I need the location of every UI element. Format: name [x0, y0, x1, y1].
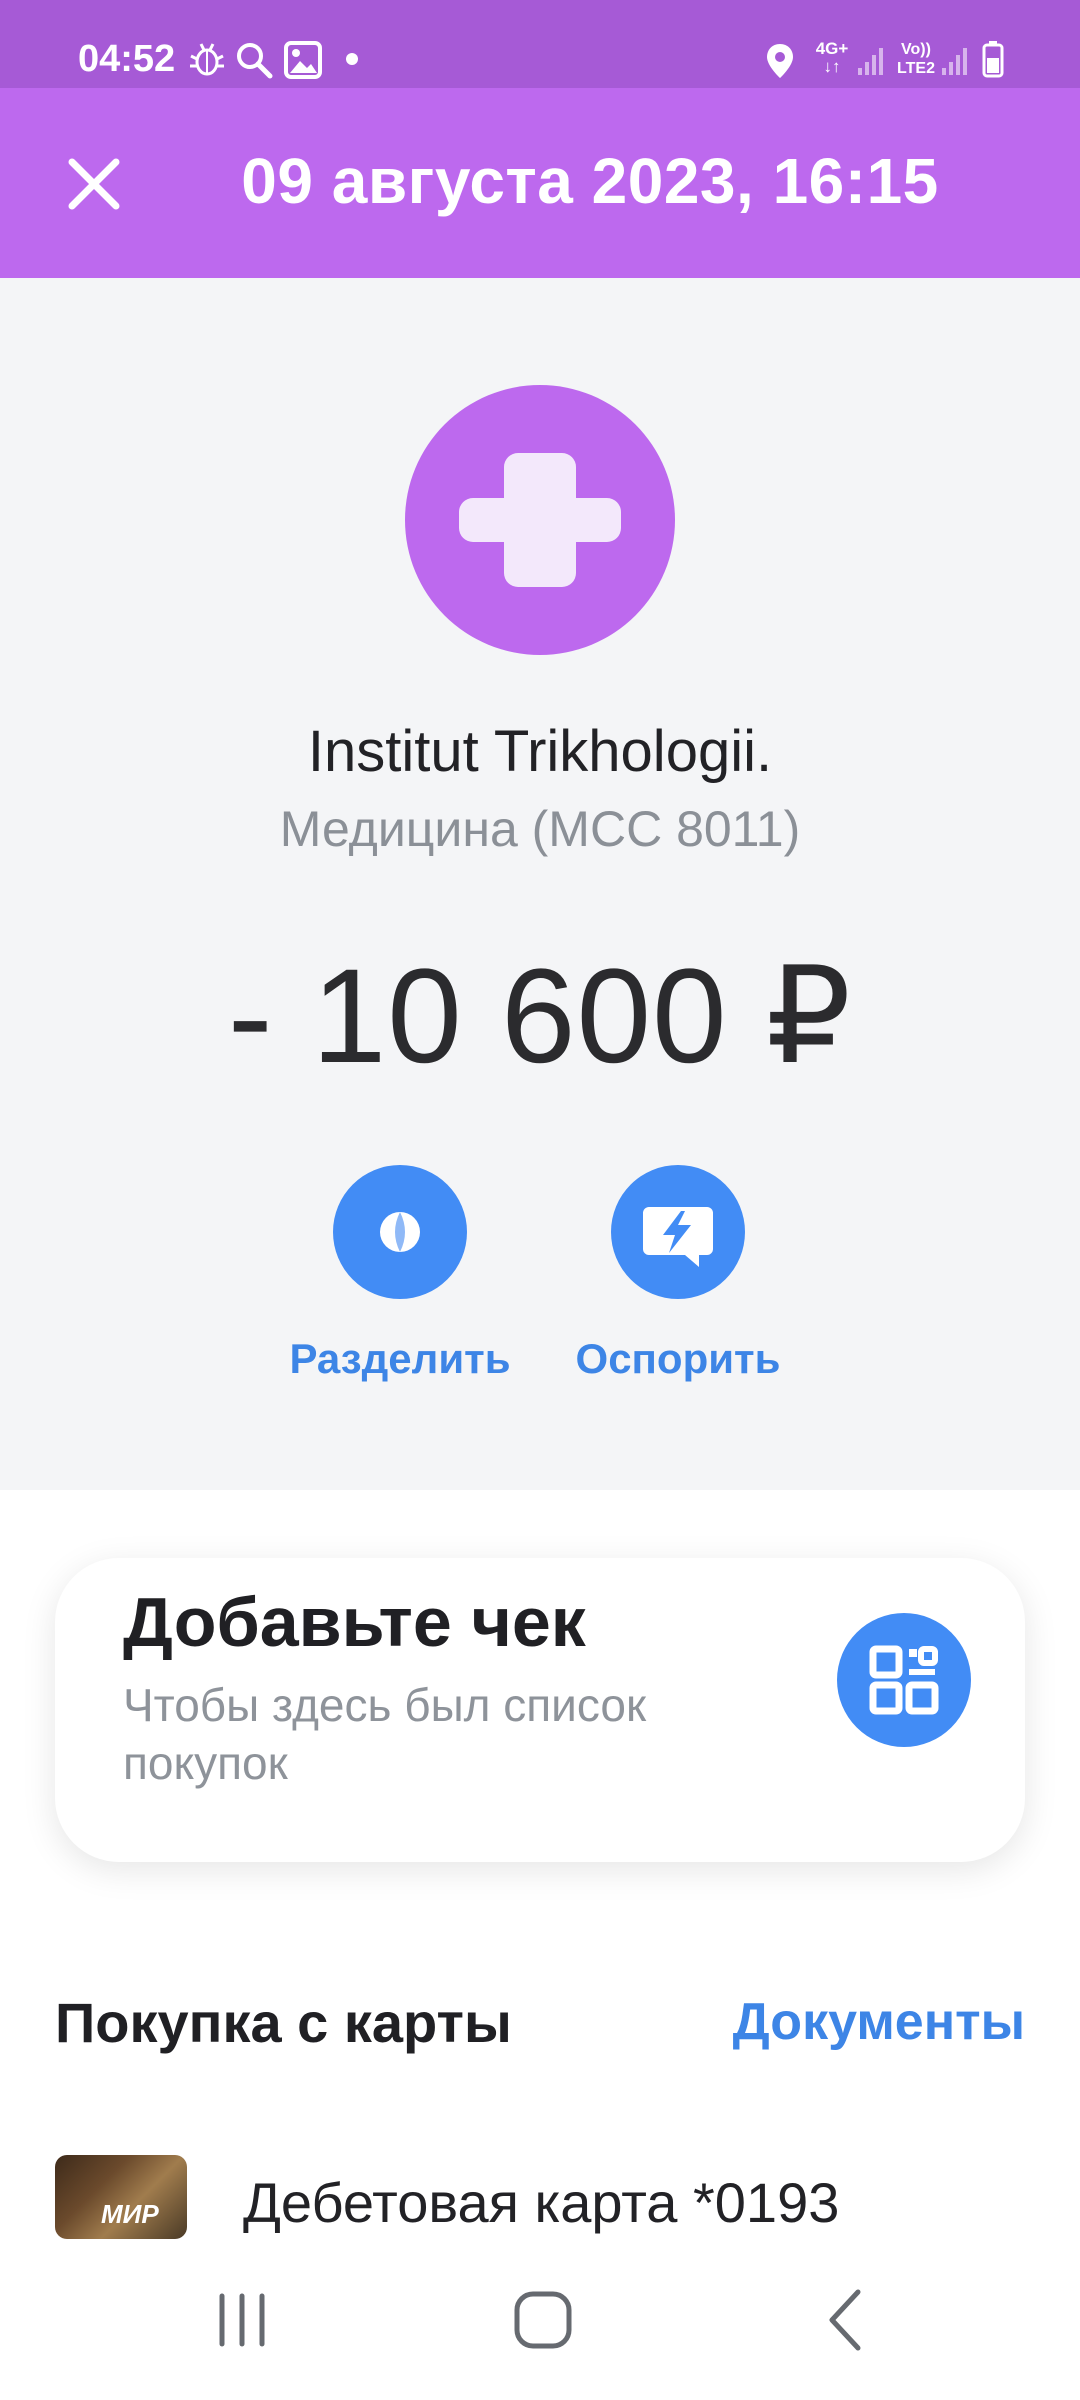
network-4g-icon: 4G+ ↓↑: [815, 39, 849, 76]
merchant-category: Медицина (MCC 8011): [279, 801, 801, 857]
dispute-icon[interactable]: [611, 1165, 745, 1299]
page-title: 09 августа 2023, 16:15: [241, 145, 939, 217]
network-label: 4G+: [815, 39, 849, 58]
transaction-amount: - 10 600 ₽: [227, 942, 853, 1091]
merchant-logo: [405, 385, 675, 655]
status-bar: 04:52 4G+ ↓↑ Vo)) LTE2: [0, 0, 1080, 88]
location-icon: [767, 44, 793, 78]
card-thumbnail: МИР: [55, 2155, 187, 2239]
status-time: 04:52: [78, 38, 176, 80]
transaction-summary: Institut Trikhologii. Медицина (MCC 8011…: [0, 278, 1080, 1490]
volte-label-top: Vo)): [901, 41, 931, 58]
search-icon: [237, 43, 273, 79]
screen: 04:52 4G+ ↓↑ Vo)) LTE2 09 августа 2023, …: [0, 0, 1080, 2400]
medical-cross-icon: [459, 453, 621, 587]
volte-label-bottom: LTE2: [897, 60, 935, 77]
volte-icon: Vo)) LTE2: [893, 40, 939, 78]
split-label[interactable]: Разделить: [280, 1335, 520, 1383]
close-icon[interactable]: [58, 148, 130, 220]
notification-dot-icon: [346, 53, 358, 65]
battery-icon: [982, 41, 1004, 78]
recent-apps-icon[interactable]: [192, 2280, 292, 2360]
home-icon[interactable]: [493, 2280, 593, 2360]
card-row[interactable]: МИР Дебетовая карта *0193: [0, 2140, 1080, 2240]
merchant-name: Institut Trikhologii.: [307, 719, 773, 784]
mir-logo: МИР: [101, 2199, 159, 2229]
split-button[interactable]: Разделить: [280, 1165, 520, 1383]
receipt-title: Добавьте чек: [123, 1583, 586, 1661]
documents-link[interactable]: Документы: [733, 1992, 1025, 2052]
navigation-bar: [0, 2240, 1080, 2400]
qr-scan-button[interactable]: [837, 1613, 971, 1747]
dispute-label[interactable]: Оспорить: [558, 1335, 798, 1383]
card-name: Дебетовая карта *0193: [243, 2171, 840, 2234]
bug-icon: [190, 43, 224, 76]
signal-icon-2: [942, 48, 967, 75]
gallery-icon: [284, 41, 322, 79]
qr-code-icon: [869, 1645, 939, 1715]
dispute-button[interactable]: Оспорить: [558, 1165, 798, 1383]
header: 09 августа 2023, 16:15: [0, 88, 1080, 278]
back-icon[interactable]: [796, 2280, 896, 2360]
purchase-section-title: Покупка с карты: [55, 1991, 512, 2054]
split-icon[interactable]: [333, 1165, 467, 1299]
add-receipt-card[interactable]: Добавьте чек Чтобы здесь был список поку…: [55, 1558, 1025, 1862]
receipt-subtitle: Чтобы здесь был список покупок: [123, 1679, 647, 1789]
signal-icon: [858, 48, 883, 75]
